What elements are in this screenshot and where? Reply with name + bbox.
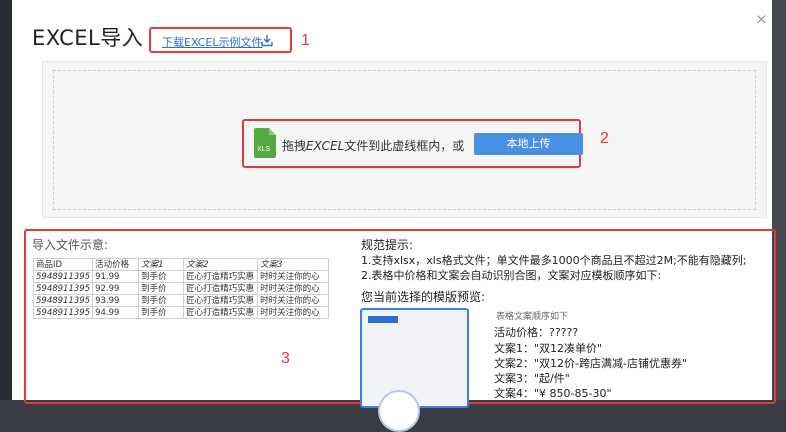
order-line-1: 文案1："双12凑单价" [494,342,603,355]
table-row: 5948911395 94.99 到手价 匠心打造精巧实惠 时时关注你的心 [32,306,330,319]
table-header-row: 商品ID 活动价格 文案1 文案2 文案3 [32,258,330,271]
download-sample-box: 下载EXCEL示例文件 [149,27,292,53]
table-row: 5948911395 93.99 到手价 匠心打造精巧实惠 时时关注你的心 [32,294,330,307]
drop-instruction: 拖拽EXCEL文件到此虚线框内，或 [282,139,465,153]
download-icon[interactable] [261,34,273,47]
rules-title: 规范提示: [361,238,414,252]
preview-title: 您当前选择的模版预览: [361,290,486,304]
drop-zone[interactable]: XLS 拖拽EXCEL文件到此虚线框内，或 本地上传 [42,61,767,218]
xls-file-icon: XLS [254,128,276,158]
rule-line-1: 1.支持xlsx，xls格式文件；单文件最多1000个商品且不超过2M;不能有隐… [361,254,747,267]
annotation-1: 1 [301,32,310,49]
order-line-price: 活动价格：????? [494,326,579,339]
rule-line-2: 2.表格中价格和文案会自动识别合图，文案对应模板顺序如下: [361,269,662,282]
sample-table: 商品ID 活动价格 文案1 文案2 文案3 5948911395 91.99 到… [32,258,330,319]
upload-area: XLS 拖拽EXCEL文件到此虚线框内，或 本地上传 [242,119,583,168]
drop-zone-dashed-area[interactable]: XLS 拖拽EXCEL文件到此虚线框内，或 本地上传 [53,70,756,210]
order-line-2: 文案2："双12价-跨店满减-店铺优惠券" [494,357,688,370]
template-circle-graphic [378,390,420,432]
download-sample-link[interactable]: 下载EXCEL示例文件 [162,34,262,50]
table-row: 5948911395 92.99 到手价 匠心打造精巧实惠 时时关注你的心 [32,282,330,295]
order-title: 表格文案顺序如下 [496,312,569,322]
excel-import-dialog: EXCEL导入 下载EXCEL示例文件 1 × XLS 拖拽EXCEL文件到此虚… [12,0,776,432]
annotation-2: 2 [600,130,609,147]
template-thumbnail[interactable] [360,308,469,432]
annotation-3: 3 [281,350,290,367]
background-left [0,0,12,400]
table-row: 5948911395 91.99 到手价 匠心打造精巧实惠 时时关注你的心 [32,270,330,283]
dialog-title: EXCEL导入 [32,26,144,50]
sample-title: 导入文件示意: [32,238,109,252]
local-upload-button[interactable]: 本地上传 [474,133,583,155]
template-badge [368,316,398,323]
order-line-4: 文案4："¥ 850-85-30" [494,387,612,400]
close-icon[interactable]: × [755,10,768,28]
order-line-3: 文案3："起/件" [494,372,570,385]
